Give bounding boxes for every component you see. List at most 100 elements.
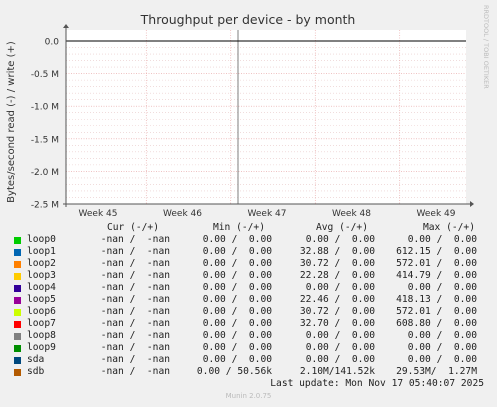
legend-max: 0.00 / 0.00 [407, 282, 477, 293]
legend-row: loop1 -nan / -nan 0.00 / 0.00 32.88 / 0.00 6… [0, 246, 497, 258]
y-tick-label: -2.0 M [31, 168, 59, 178]
y-axis-ticks: 0.0 -0.5 M -1.0 M -1.5 M -2.0 M -2.5 M [31, 38, 59, 211]
legend-min: 0.00 / 0.00 [202, 246, 272, 257]
legend-name: loop7 [27, 318, 56, 329]
munin-version: Munin 2.0.75 [225, 392, 272, 400]
legend-max: 29.53M/ 1.27M [396, 366, 477, 377]
legend-swatch [14, 285, 21, 292]
legend-cur: -nan / -nan [100, 354, 170, 365]
x-tick-label: Week 48 [332, 209, 371, 219]
legend-min: 0.00 / 0.00 [202, 306, 272, 317]
legend-max: 414.79 / 0.00 [396, 270, 477, 281]
legend-min: 0.00 / 0.00 [202, 330, 272, 341]
legend-row: loop9 -nan / -nan 0.00 / 0.00 0.00 / 0.00 0.… [0, 342, 497, 354]
legend-swatch [14, 333, 21, 340]
rrdtool-credit: RRDTOOL / TOBI OETIKER [482, 5, 490, 89]
header-cur: Cur (-/+) [107, 222, 159, 233]
y-axis-arrow [63, 24, 69, 28]
legend-row: sdb -nan / -nan 0.00 / 50.56k 2.10M/141.52k… [0, 366, 497, 378]
legend-swatch [14, 309, 21, 316]
legend-cur: -nan / -nan [100, 306, 170, 317]
x-axis-ticks: Week 45 Week 46 Week 47 Week 48 Week 49 [79, 209, 456, 219]
legend-swatch [14, 345, 21, 352]
last-update: Last update: Mon Nov 17 05:40:07 2025 [270, 378, 484, 389]
legend-swatch [14, 273, 21, 280]
legend-max: 0.00 / 0.00 [407, 342, 477, 353]
legend-min: 0.00 / 0.00 [202, 258, 272, 269]
legend-cur: -nan / -nan [100, 342, 170, 353]
legend-max: 0.00 / 0.00 [407, 354, 477, 365]
legend-swatch [14, 237, 21, 244]
legend-min: 0.00 / 0.00 [202, 234, 272, 245]
legend-avg: 30.72 / 0.00 [299, 306, 375, 317]
legend-name: loop8 [27, 330, 56, 341]
legend-name: loop1 [27, 246, 56, 257]
legend-swatch [14, 297, 21, 304]
legend-name: loop5 [27, 294, 56, 305]
x-tick-label: Week 49 [417, 209, 456, 219]
legend-cur: -nan / -nan [100, 318, 170, 329]
legend-cur: -nan / -nan [100, 258, 170, 269]
y-tick-label: 0.0 [45, 38, 60, 48]
legend-avg: 0.00 / 0.00 [305, 354, 375, 365]
legend-row: loop6 -nan / -nan 0.00 / 0.00 30.72 / 0.00 5… [0, 306, 497, 318]
legend-avg: 22.28 / 0.00 [299, 270, 375, 281]
legend-max: 418.13 / 0.00 [396, 294, 477, 305]
legend-max: 0.00 / 0.00 [407, 330, 477, 341]
legend-header: Cur (-/+) Min (-/+) Avg (-/+) Max (-/+) [0, 222, 497, 234]
legend-max: 612.15 / 0.00 [396, 246, 477, 257]
legend-name: loop2 [27, 258, 56, 269]
chart: Throughput per device - by month RRDTOOL… [6, 5, 490, 219]
legend-avg: 22.46 / 0.00 [299, 294, 375, 305]
y-tick-label: -1.0 M [31, 103, 59, 113]
legend-row: loop7 -nan / -nan 0.00 / 0.00 32.70 / 0.00 6… [0, 318, 497, 330]
legend-avg: 0.00 / 0.00 [305, 282, 375, 293]
legend-max: 608.80 / 0.00 [396, 318, 477, 329]
legend-avg: 0.00 / 0.00 [305, 330, 375, 341]
legend-avg: 0.00 / 0.00 [305, 342, 375, 353]
legend-row: loop0 -nan / -nan 0.00 / 0.00 0.00 / 0.00 0.… [0, 234, 497, 246]
legend-cur: -nan / -nan [100, 366, 170, 377]
x-tick-label: Week 45 [79, 209, 118, 219]
legend-row: sda -nan / -nan 0.00 / 0.00 0.00 / 0.00 0.00… [0, 354, 497, 366]
legend-cur: -nan / -nan [100, 270, 170, 281]
header-avg: Avg (-/+) [316, 222, 368, 233]
legend-swatch [14, 369, 21, 376]
legend-swatch [14, 249, 21, 256]
x-tick-label: Week 46 [163, 209, 202, 219]
chart-title: Throughput per device - by month [140, 12, 356, 27]
legend-min: 0.00 / 0.00 [202, 270, 272, 281]
legend-min: 0.00 / 0.00 [202, 342, 272, 353]
legend-name: loop6 [27, 306, 56, 317]
legend-name: loop9 [27, 342, 56, 353]
y-tick-label: -2.5 M [31, 201, 59, 211]
x-tick-label: Week 47 [248, 209, 287, 219]
legend-min: 0.00 / 0.00 [202, 294, 272, 305]
legend-avg: 2.10M/141.52k [299, 366, 375, 377]
legend-min: 0.00 / 0.00 [202, 354, 272, 365]
legend-swatch [14, 321, 21, 328]
legend-min: 0.00 / 0.00 [202, 282, 272, 293]
legend-avg: 32.88 / 0.00 [299, 246, 375, 257]
header-min: Min (-/+) [213, 222, 265, 233]
legend-swatch [14, 357, 21, 364]
legend-max: 572.01 / 0.00 [396, 258, 477, 269]
legend-cur: -nan / -nan [100, 330, 170, 341]
legend-max: 0.00 / 0.00 [407, 234, 477, 245]
legend-avg: 0.00 / 0.00 [305, 234, 375, 245]
y-axis-label: Bytes/second read (-) / write (+) [6, 41, 17, 203]
legend-avg: 32.70 / 0.00 [299, 318, 375, 329]
legend-cur: -nan / -nan [100, 246, 170, 257]
legend-cur: -nan / -nan [100, 234, 170, 245]
legend-min: 0.00 / 0.00 [202, 318, 272, 329]
y-tick-label: -1.5 M [31, 135, 59, 145]
legend-row: loop8 -nan / -nan 0.00 / 0.00 0.00 / 0.00 0.… [0, 330, 497, 342]
legend-avg: 30.72 / 0.00 [299, 258, 375, 269]
legend-row: loop3 -nan / -nan 0.00 / 0.00 22.28 / 0.00 4… [0, 270, 497, 282]
legend-row: loop5 -nan / -nan 0.00 / 0.00 22.46 / 0.00 4… [0, 294, 497, 306]
legend-name: loop3 [27, 270, 56, 281]
legend-cur: -nan / -nan [100, 282, 170, 293]
header-max: Max (-/+) [423, 222, 475, 233]
legend-name: loop0 [27, 234, 56, 245]
y-tick-label: -0.5 M [31, 70, 59, 80]
